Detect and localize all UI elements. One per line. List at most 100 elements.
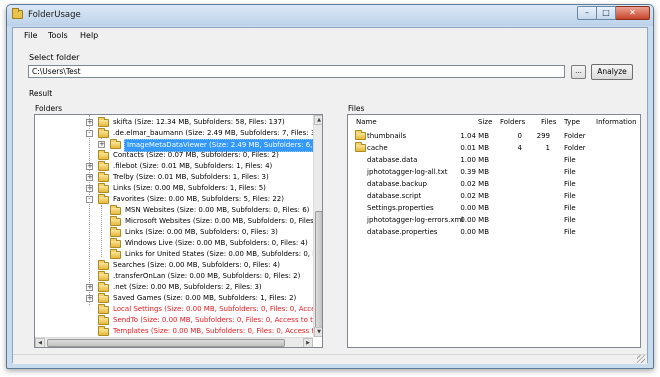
column-header-files[interactable]: Files	[541, 118, 556, 126]
folder-icon	[98, 172, 109, 182]
table-row[interactable]: database.backup 0.02 MB File	[348, 178, 640, 190]
menu-file[interactable]: File	[24, 31, 37, 40]
folder-icon	[98, 293, 109, 303]
file-name: database.backup	[367, 180, 427, 188]
table-row[interactable]: database.properties 0.00 MB File	[348, 226, 640, 238]
folders-tree[interactable]: + skifta (Size: 12.34 MB, Subfolders: 58…	[34, 114, 323, 348]
table-row[interactable]: jphototagger-log-errors.xml 0.00 MB File	[348, 214, 640, 226]
tree-item-label: MSN Websites (Size: 0.00 MB, Subfolders:…	[125, 206, 310, 214]
folder-icon	[98, 150, 109, 160]
folder-icon	[98, 304, 109, 314]
tree-item-label: Links for United States (Size: 0.00 MB, …	[125, 250, 323, 258]
tree-item-label: Trelby (Size: 0.01 MB, Subfolders: 1, Fi…	[113, 173, 269, 181]
column-header-folders[interactable]: Folders	[500, 118, 525, 126]
collapse-icon[interactable]: -	[86, 130, 93, 137]
maximize-button[interactable]: □	[597, 6, 616, 20]
folder-icon	[98, 161, 109, 171]
expand-icon[interactable]: +	[86, 163, 93, 170]
select-folder-label: Select folder	[29, 53, 80, 62]
file-size: 0.00 MB	[460, 204, 489, 212]
minimize-button[interactable]: –	[577, 6, 597, 20]
table-row[interactable]: cache 0.01 MB 4 1 Folder	[348, 142, 640, 154]
column-header-information[interactable]: Information	[596, 118, 637, 126]
column-header-type[interactable]: Type	[564, 118, 580, 126]
folder-icon	[98, 315, 109, 325]
folder-icon	[98, 282, 109, 292]
tree-item-label: .de.elmar_baumann (Size: 2.49 MB, Subfol…	[113, 129, 323, 137]
scroll-right-icon[interactable]: ▶	[303, 338, 313, 347]
expand-icon[interactable]: +	[86, 119, 93, 126]
client-area: File Tools Help Select folder C:\Users\T…	[12, 27, 648, 364]
folders-horizontal-scrollbar[interactable]: ◀ ▶	[35, 337, 313, 347]
file-type: File	[564, 168, 576, 176]
expand-icon[interactable]: +	[86, 295, 93, 302]
folder-icon	[110, 238, 121, 248]
folder-icon	[98, 117, 109, 127]
app-window: FolderUsage – □ ✕ File Tools Help Select…	[6, 4, 654, 369]
file-folders: 0	[517, 132, 522, 140]
folder-icon	[98, 128, 109, 138]
file-type: Folder	[564, 132, 586, 140]
file-size: 0.02 MB	[460, 180, 489, 188]
table-row[interactable]: jphototagger-log-all.txt 0.39 MB File	[348, 166, 640, 178]
analyze-button[interactable]: Analyze	[591, 64, 633, 80]
folder-icon	[98, 194, 109, 204]
status-bar	[13, 354, 647, 364]
expand-icon[interactable]: +	[86, 174, 93, 181]
table-row[interactable]: database.data 1.00 MB File	[348, 154, 640, 166]
table-row[interactable]: Settings.properties 0.00 MB File	[348, 202, 640, 214]
resize-grip-icon[interactable]	[637, 355, 645, 363]
file-type: File	[564, 228, 576, 236]
expand-icon[interactable]: +	[98, 141, 105, 148]
expand-icon[interactable]: +	[86, 284, 93, 291]
menu-tools[interactable]: Tools	[48, 31, 68, 40]
tree-item-label: Contacts (Size: 0.07 MB, Subfolders: 0, …	[113, 151, 279, 159]
scroll-left-icon[interactable]: ◀	[35, 338, 45, 347]
tree-item-label: .filebot (Size: 0.01 MB, Subfolders: 1, …	[113, 162, 273, 170]
menu-bar: File Tools Help	[13, 28, 647, 44]
file-name: Settings.properties	[367, 204, 434, 212]
tree-item-label: .net (Size: 0.00 MB, Subfolders: 2, File…	[113, 283, 262, 291]
tree-item-label: .transferOnLan (Size: 0.00 MB, Subfolder…	[113, 272, 301, 280]
tree-item-label: Saved Games (Size: 0.00 MB, Subfolders: …	[113, 294, 297, 302]
folder-icon	[98, 326, 109, 336]
file-type: File	[564, 156, 576, 164]
file-files: 299	[536, 132, 550, 140]
browse-button[interactable]: ...	[571, 65, 586, 79]
file-name: thumbnails	[367, 132, 407, 140]
folder-icon	[110, 227, 121, 237]
file-size: 0.39 MB	[460, 168, 489, 176]
folder-icon	[110, 205, 121, 215]
files-table[interactable]: Name Size Folders Files Type Information…	[347, 114, 641, 348]
expand-icon[interactable]: +	[86, 185, 93, 192]
horizontal-scroll-thumb[interactable]	[47, 339, 285, 347]
folders-vertical-scrollbar[interactable]: ▲ ▼	[313, 115, 322, 337]
folder-icon	[355, 142, 366, 152]
close-button[interactable]: ✕	[616, 6, 650, 20]
column-header-name[interactable]: Name	[356, 118, 377, 126]
folder-icon	[355, 130, 366, 140]
vertical-scroll-thumb[interactable]	[315, 211, 322, 329]
scroll-down-icon[interactable]: ▼	[314, 327, 322, 337]
table-row[interactable]: database.script 0.02 MB File	[348, 190, 640, 202]
file-size: 0.02 MB	[460, 192, 489, 200]
folders-label: Folders	[35, 104, 63, 113]
collapse-icon[interactable]: -	[86, 196, 93, 203]
result-label: Result	[29, 89, 53, 98]
scroll-up-icon[interactable]: ▲	[314, 115, 322, 125]
table-row[interactable]: thumbnails 1.04 MB 0 299 Folder	[348, 130, 640, 142]
title-bar[interactable]: FolderUsage – □ ✕	[7, 5, 653, 26]
file-size: 1.04 MB	[460, 132, 489, 140]
tree-line	[89, 115, 90, 305]
folder-app-icon	[12, 8, 23, 19]
file-name: database.data	[367, 156, 418, 164]
column-header-size[interactable]: Size	[478, 118, 492, 126]
tree-item-label: Local Settings (Size: 0.00 MB, Subfolder…	[113, 305, 323, 313]
tree-item-label: Windows Live (Size: 0.00 MB, Subfolders:…	[125, 239, 308, 247]
folder-path-input[interactable]: C:\Users\Test	[28, 65, 565, 78]
file-folders: 4	[517, 144, 522, 152]
files-label: Files	[348, 104, 365, 113]
menu-help[interactable]: Help	[80, 31, 98, 40]
tree-item-label: skifta (Size: 12.34 MB, Subfolders: 58, …	[113, 118, 285, 126]
tree-item-label: Favorites (Size: 0.00 MB, Subfolders: 5,…	[113, 195, 284, 203]
